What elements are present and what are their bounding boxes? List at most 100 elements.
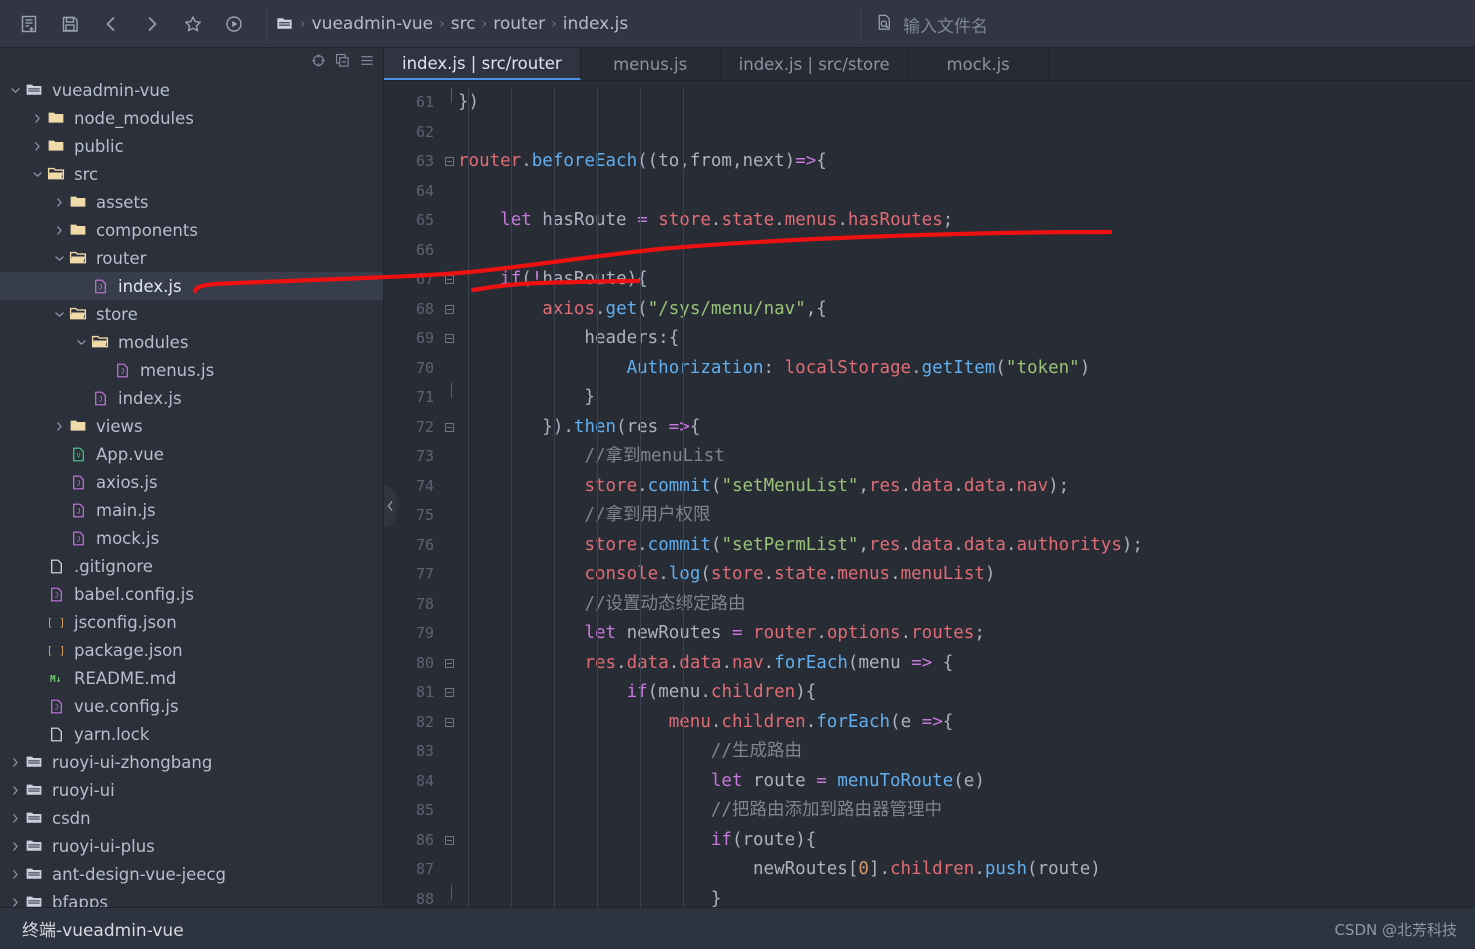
tree-item-vue.config.js[interactable]: Jvue.config.js: [0, 692, 383, 720]
tree-item-store[interactable]: store: [0, 300, 383, 328]
tree-item-app.vue[interactable]: V App.vue: [0, 440, 383, 468]
code-line[interactable]: newRoutes[0].children.push(route): [458, 855, 1475, 885]
chevron-right-icon[interactable]: [52, 225, 67, 236]
fold-toggle-icon[interactable]: [440, 708, 458, 738]
code-line[interactable]: [458, 177, 1475, 207]
fold-toggle-icon[interactable]: [440, 678, 458, 708]
tree-item-index.js[interactable]: Jindex.js: [0, 384, 383, 412]
code-line[interactable]: headers:{: [458, 324, 1475, 354]
fold-end-marker[interactable]: [440, 88, 458, 118]
tree-item-components[interactable]: components: [0, 216, 383, 244]
code-line[interactable]: axios.get("/sys/menu/nav",{: [458, 295, 1475, 325]
code-line[interactable]: console.log(store.state.menus.menuList): [458, 560, 1475, 590]
collapse-all-icon[interactable]: [335, 53, 350, 68]
tree-item-views[interactable]: views: [0, 412, 383, 440]
chevron-right-icon[interactable]: [8, 757, 23, 768]
file-tree[interactable]: vueadmin-vue node_modules public src assets c…: [0, 73, 383, 907]
tree-item-babel.config.js[interactable]: Jbabel.config.js: [0, 580, 383, 608]
tree-item-vueadmin-vue[interactable]: vueadmin-vue: [0, 76, 383, 104]
code-line[interactable]: }: [458, 885, 1475, 908]
chevron-right-icon[interactable]: [52, 197, 67, 208]
run-icon[interactable]: [213, 7, 254, 41]
chevron-right-icon[interactable]: [8, 785, 23, 796]
editor-tab-3[interactable]: mock.js: [908, 48, 1049, 80]
fold-toggle-icon[interactable]: [440, 826, 458, 856]
tree-item-csdn[interactable]: csdn: [0, 804, 383, 832]
fold-toggle-icon[interactable]: [440, 413, 458, 443]
fold-end-marker[interactable]: [440, 383, 458, 413]
tree-item-modules[interactable]: modules: [0, 328, 383, 356]
code-viewport[interactable]: 61 62 63 64 65 66 67 68 69 70 71 72 73 74 75 76 77 78 79 80…: [384, 81, 1475, 907]
code-line[interactable]: Authorization: localStorage.getItem("tok…: [458, 354, 1475, 384]
forward-icon[interactable]: [131, 7, 172, 41]
code-line[interactable]: let route = menuToRoute(e): [458, 767, 1475, 797]
tree-item-axios.js[interactable]: Jaxios.js: [0, 468, 383, 496]
tree-item-node_modules[interactable]: node_modules: [0, 104, 383, 132]
chevron-right-icon[interactable]: [8, 869, 23, 880]
code-line[interactable]: //拿到menuList: [458, 442, 1475, 472]
save-icon[interactable]: [49, 7, 90, 41]
chevron-right-icon[interactable]: [30, 113, 45, 124]
new-file-icon[interactable]: [8, 7, 49, 41]
tree-item-ruoyi-ui[interactable]: ruoyi-ui: [0, 776, 383, 804]
breadcrumb-item-src[interactable]: src: [451, 14, 476, 34]
fold-toggle-icon[interactable]: [440, 295, 458, 325]
code-line[interactable]: res.data.data.nav.forEach(menu => {: [458, 649, 1475, 679]
chevron-down-icon[interactable]: [8, 86, 23, 95]
locate-file-icon[interactable]: [311, 53, 326, 68]
code-line[interactable]: router.beforeEach((to,from,next)=>{: [458, 147, 1475, 177]
editor-tab-2[interactable]: index.js | src/store: [720, 48, 909, 80]
code-content[interactable]: }) router.beforeEach((to,from,next)=>{ l…: [458, 81, 1475, 907]
bookmark-star-icon[interactable]: [172, 7, 213, 41]
tree-item-ant-design-vue-jeecg[interactable]: ant-design-vue-jeecg: [0, 860, 383, 888]
code-fold-gutter[interactable]: [440, 81, 458, 907]
tree-item-.gitignore[interactable]: .gitignore: [0, 552, 383, 580]
chevron-right-icon[interactable]: [8, 897, 23, 908]
code-line[interactable]: [458, 118, 1475, 148]
tree-item-public[interactable]: public: [0, 132, 383, 160]
tree-item-readme.md[interactable]: M↓ README.md: [0, 664, 383, 692]
code-line[interactable]: }).then(res =>{: [458, 413, 1475, 443]
editor-tab-1[interactable]: menus.js: [580, 48, 721, 80]
tree-item-ruoyi-ui-zhongbang[interactable]: ruoyi-ui-zhongbang: [0, 748, 383, 776]
code-line[interactable]: [458, 236, 1475, 266]
code-line[interactable]: //设置动态绑定路由: [458, 590, 1475, 620]
tree-item-index.js[interactable]: Jindex.js: [0, 272, 383, 300]
tree-item-router[interactable]: router: [0, 244, 383, 272]
chevron-right-icon[interactable]: [30, 141, 45, 152]
breadcrumb-item-router[interactable]: router: [493, 14, 545, 34]
chevron-down-icon[interactable]: [74, 338, 89, 347]
tree-item-bfapps[interactable]: bfapps: [0, 888, 383, 907]
fold-toggle-icon[interactable]: [440, 324, 458, 354]
tree-item-mock.js[interactable]: Jmock.js: [0, 524, 383, 552]
fold-toggle-icon[interactable]: [440, 649, 458, 679]
tree-item-main.js[interactable]: Jmain.js: [0, 496, 383, 524]
fold-end-marker[interactable]: [440, 884, 458, 908]
code-line[interactable]: menu.children.forEach(e =>{: [458, 708, 1475, 738]
chevron-right-icon[interactable]: [8, 813, 23, 824]
editor-tab-0[interactable]: index.js | src/router: [384, 48, 581, 80]
breadcrumb-item-project[interactable]: vueadmin-vue: [312, 14, 434, 34]
tree-item-package.json[interactable]: [ ] package.json: [0, 636, 383, 664]
editor-tabbar[interactable]: index.js | src/router menus.js index.js | …: [384, 48, 1475, 81]
code-line[interactable]: }): [458, 88, 1475, 118]
code-line[interactable]: store.commit("setPermList",res.data.data…: [458, 531, 1475, 561]
chevron-right-icon[interactable]: [8, 841, 23, 852]
code-line[interactable]: if(!hasRoute){: [458, 265, 1475, 295]
terminal-status-label[interactable]: 终端-vueadmin-vue: [22, 916, 184, 941]
chevron-down-icon[interactable]: [30, 170, 45, 179]
code-line[interactable]: if(route){: [458, 826, 1475, 856]
chevron-down-icon[interactable]: [52, 310, 67, 319]
chevron-right-icon[interactable]: [52, 421, 67, 432]
code-line[interactable]: //生成路由: [458, 737, 1475, 767]
code-line[interactable]: if(menu.children){: [458, 678, 1475, 708]
chevron-down-icon[interactable]: [52, 254, 67, 263]
code-line[interactable]: store.commit("setMenuList",res.data.data…: [458, 472, 1475, 502]
fold-toggle-icon[interactable]: [440, 147, 458, 177]
tree-item-src[interactable]: src: [0, 160, 383, 188]
code-line[interactable]: //拿到用户权限: [458, 501, 1475, 531]
back-icon[interactable]: [90, 7, 131, 41]
file-search-box[interactable]: 输入文件名: [860, 7, 988, 41]
code-line[interactable]: //把路由添加到路由器管理中: [458, 796, 1475, 826]
code-line[interactable]: let newRoutes = router.options.routes;: [458, 619, 1475, 649]
